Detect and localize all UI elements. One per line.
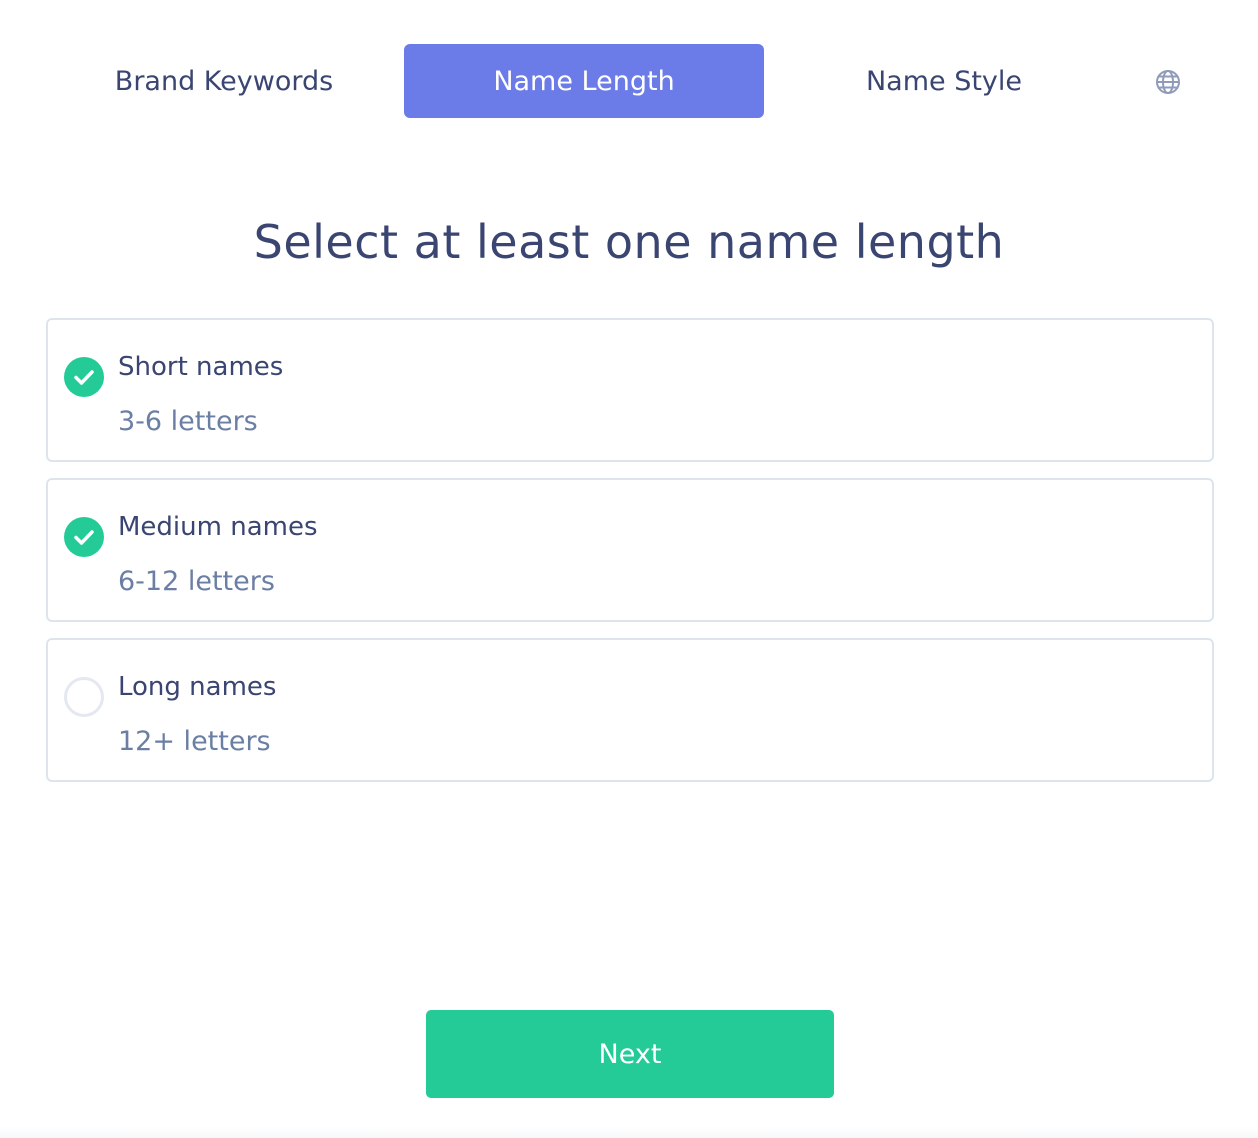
tab-brand-keywords[interactable]: Brand Keywords <box>44 44 404 118</box>
option-medium-names[interactable]: Medium names 6-12 letters <box>46 478 1214 622</box>
globe-icon[interactable] <box>1154 68 1182 96</box>
option-subtitle: 12+ letters <box>118 726 271 757</box>
empty-circle-icon[interactable] <box>64 677 104 717</box>
option-subtitle: 3-6 letters <box>118 406 258 437</box>
tab-name-length[interactable]: Name Length <box>404 44 764 118</box>
bottom-divider <box>0 1126 1258 1138</box>
checkmark-icon[interactable] <box>64 517 104 557</box>
page-title: Select at least one name length <box>253 215 1005 269</box>
page: Brand Keywords Name Length Name Style Se… <box>0 0 1258 1138</box>
option-title: Long names <box>118 672 277 702</box>
option-short-names[interactable]: Short names 3-6 letters <box>46 318 1214 462</box>
checkmark-icon[interactable] <box>64 357 104 397</box>
next-button[interactable]: Next <box>426 1010 834 1098</box>
option-title: Medium names <box>118 512 318 542</box>
option-long-names[interactable]: Long names 12+ letters <box>46 638 1214 782</box>
option-subtitle: 6-12 letters <box>118 566 275 597</box>
tab-name-style[interactable]: Name Style <box>764 44 1124 118</box>
option-title: Short names <box>118 352 284 382</box>
